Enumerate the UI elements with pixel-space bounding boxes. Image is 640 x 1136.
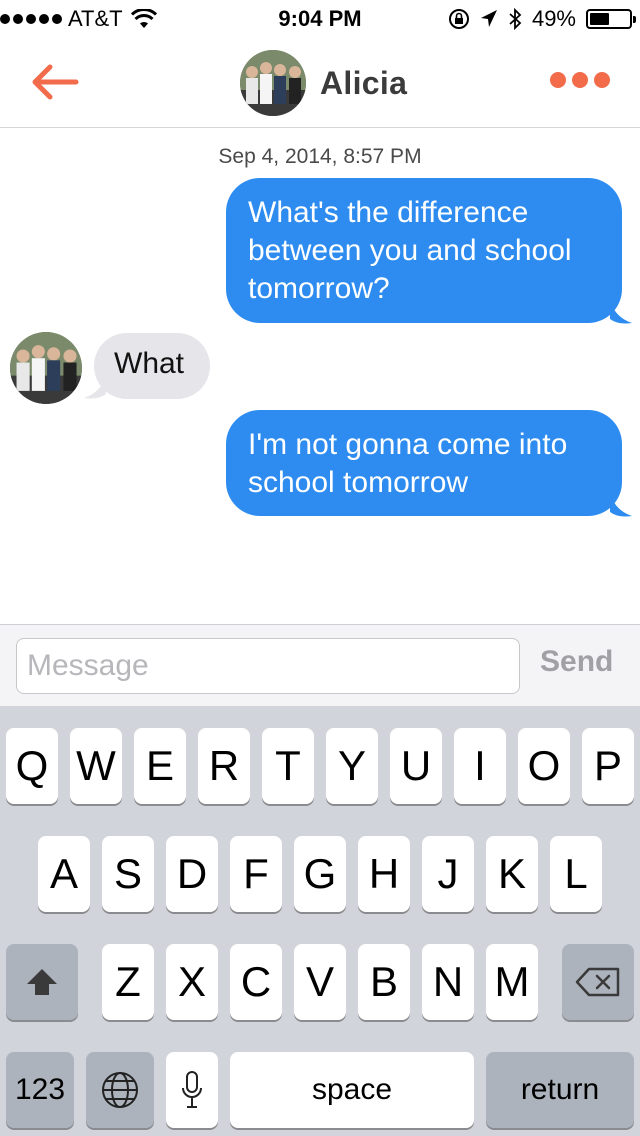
more-dots-icon[interactable] <box>550 72 610 88</box>
key-q[interactable]: Q <box>6 728 58 804</box>
keyboard: Q W E R T Y U I O P A S D F G H J K L Z … <box>0 706 640 1136</box>
key-m[interactable]: M <box>486 944 538 1020</box>
nav-bar: Alicia <box>0 40 640 128</box>
bluetooth-icon <box>509 8 522 30</box>
sent-message[interactable]: What's the difference between you and sc… <box>226 178 622 323</box>
avatar[interactable] <box>240 50 306 116</box>
key-x[interactable]: X <box>166 944 218 1020</box>
key-e[interactable]: E <box>134 728 186 804</box>
bubble-tail <box>610 299 632 324</box>
return-key[interactable]: return <box>486 1052 634 1128</box>
key-h[interactable]: H <box>358 836 410 912</box>
microphone-icon <box>182 1071 202 1108</box>
key-c[interactable]: C <box>230 944 282 1020</box>
key-w[interactable]: W <box>70 728 122 804</box>
key-z[interactable]: Z <box>102 944 154 1020</box>
send-button[interactable]: Send <box>540 645 613 679</box>
message-input[interactable] <box>16 638 520 694</box>
key-g[interactable]: G <box>294 836 346 912</box>
message-input-bar: Send <box>0 624 640 706</box>
key-i[interactable]: I <box>454 728 506 804</box>
sent-message[interactable]: I'm not gonna come into school tomorrow <box>226 410 622 516</box>
received-message[interactable]: What <box>94 333 210 399</box>
bubble-tail <box>610 492 632 517</box>
key-a[interactable]: A <box>38 836 90 912</box>
globe-key[interactable] <box>86 1052 154 1128</box>
battery-icon <box>586 9 636 29</box>
status-bar: AT&T 9:04 PM 49% <box>0 0 640 40</box>
key-s[interactable]: S <box>102 836 154 912</box>
rotation-lock-icon <box>448 9 469 29</box>
shift-key[interactable] <box>6 944 78 1020</box>
key-l[interactable]: L <box>550 836 602 912</box>
shift-icon <box>27 969 57 995</box>
avatar[interactable] <box>10 332 82 404</box>
key-u[interactable]: U <box>390 728 442 804</box>
key-d[interactable]: D <box>166 836 218 912</box>
key-b[interactable]: B <box>358 944 410 1020</box>
contact-header[interactable]: Alicia <box>240 50 407 116</box>
numbers-key[interactable]: 123 <box>6 1052 74 1128</box>
space-key[interactable]: space <box>230 1052 474 1128</box>
back-arrow-icon[interactable] <box>28 62 80 102</box>
key-p[interactable]: P <box>582 728 634 804</box>
key-f[interactable]: F <box>230 836 282 912</box>
battery-percent: 49% <box>531 6 576 31</box>
contact-name: Alicia <box>320 64 408 101</box>
key-o[interactable]: O <box>518 728 570 804</box>
location-arrow-icon <box>480 10 497 27</box>
key-n[interactable]: N <box>422 944 474 1020</box>
dictation-key[interactable] <box>166 1052 218 1128</box>
message-timestamp: Sep 4, 2014, 8:57 PM <box>218 145 422 168</box>
key-v[interactable]: V <box>294 944 346 1020</box>
status-right: 49% <box>448 6 636 32</box>
key-k[interactable]: K <box>486 836 538 912</box>
backspace-key[interactable] <box>562 944 634 1020</box>
key-r[interactable]: R <box>198 728 250 804</box>
globe-icon <box>102 1072 138 1108</box>
key-t[interactable]: T <box>262 728 314 804</box>
key-j[interactable]: J <box>422 836 474 912</box>
conversation: Sep 4, 2014, 8:57 PM What's the differen… <box>0 129 640 624</box>
backspace-icon <box>575 967 620 997</box>
key-y[interactable]: Y <box>326 728 378 804</box>
